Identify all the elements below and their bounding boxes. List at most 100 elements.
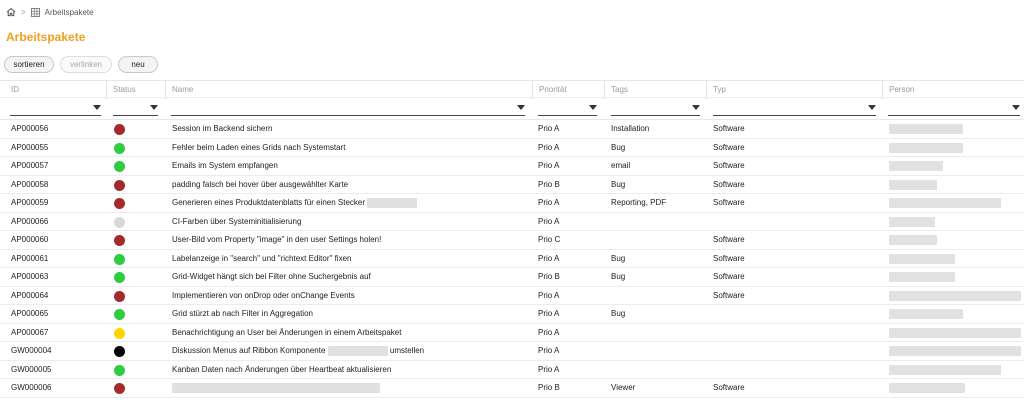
task-tags (611, 342, 703, 360)
task-id[interactable]: AP000063 (11, 268, 101, 286)
person-redacted (889, 272, 955, 282)
task-type: Software (713, 235, 745, 244)
task-id[interactable]: AP000060 (11, 231, 101, 249)
person-redacted (889, 346, 1021, 356)
task-name-cell[interactable]: Generieren eines Produktdatenblatts für … (172, 194, 528, 212)
table-row[interactable]: AP000063 Grid-Widget hängt sich bei Filte… (0, 268, 1024, 287)
column-header-status[interactable]: Status (106, 81, 164, 99)
task-name-cell[interactable]: CI-Farben über Systeminitialisierung (172, 213, 528, 231)
verlinken-button[interactable]: verlinken (60, 56, 112, 73)
task-id[interactable]: AP000059 (11, 194, 101, 212)
status-red-icon (114, 290, 125, 302)
task-id[interactable]: AP000065 (11, 305, 101, 323)
task-name-cell[interactable]: Emails im System empfangen (172, 157, 528, 175)
task-id[interactable]: AP000064 (11, 287, 101, 305)
task-name-cell[interactable]: Session im Backend sichern (172, 120, 528, 138)
task-tags: Bug (611, 253, 626, 263)
table-row[interactable]: GW000006 Prio B Viewer Software (0, 379, 1024, 398)
breadcrumb-current[interactable]: Arbeitspakete (45, 8, 94, 17)
neu-button[interactable]: neu (118, 56, 158, 73)
task-tags: Reporting, PDF (611, 198, 667, 207)
table-row[interactable]: AP000060 User-Bild vom Property "image" i… (0, 231, 1024, 250)
dropdown-arrow-icon[interactable] (589, 105, 597, 110)
filter-status[interactable] (113, 98, 158, 120)
task-id[interactable]: AP000058 (11, 176, 101, 194)
dropdown-arrow-icon[interactable] (692, 105, 700, 110)
task-name: Generieren eines Produktdatenblatts für … (172, 198, 366, 207)
status-red-icon (114, 124, 125, 135)
task-name-cell[interactable]: Fehler beim Laden eines Grids nach Syste… (172, 139, 528, 157)
table-row[interactable]: AP000058 padding falsch bei hover über au… (0, 176, 1024, 194)
table-row[interactable]: AP000059 Generieren eines Produktdatenbla… (0, 194, 1024, 213)
task-name: Grid-Widget hängt sich bei Filter ohne S… (172, 272, 371, 281)
filter-name[interactable] (171, 98, 525, 120)
task-id[interactable]: AP000066 (11, 213, 101, 231)
table-row[interactable]: AP000064 Implementieren von onDrop oder o… (0, 287, 1024, 305)
table-row[interactable]: AP000066 CI-Farben über Systeminitialisie… (0, 213, 1024, 231)
task-id[interactable]: GW000005 (11, 361, 101, 379)
task-tags (611, 361, 703, 379)
filter-id[interactable] (10, 98, 101, 120)
redacted-text (327, 345, 388, 356)
status-green-icon (114, 272, 125, 283)
sortieren-button[interactable]: sortieren (4, 56, 54, 73)
task-id[interactable]: AP000057 (11, 157, 101, 175)
dropdown-arrow-icon[interactable] (1012, 105, 1020, 110)
table-row[interactable]: AP000067 Benachrichtigung an User bei Änd… (0, 324, 1024, 342)
task-name-cell[interactable]: Diskussion Menus auf Ribbon Komponente u… (172, 342, 528, 360)
task-id[interactable]: AP000067 (11, 324, 101, 342)
table-row[interactable]: AP000065 Grid stürzt ab nach Filter in Ag… (0, 305, 1024, 324)
home-icon[interactable] (6, 7, 16, 17)
task-name-cell[interactable]: Benachrichtigung an User bei Änderungen … (172, 324, 528, 342)
status-green-icon (114, 253, 125, 265)
column-header-prioritaet[interactable]: Priorität (532, 81, 602, 99)
task-id[interactable]: AP000061 (11, 250, 101, 268)
task-id[interactable]: GW000006 (11, 379, 101, 397)
task-tags: Viewer (611, 383, 636, 392)
redacted-text (172, 382, 380, 393)
task-tags (611, 324, 703, 342)
task-name-cell[interactable]: padding falsch bei hover über ausgewählt… (172, 176, 528, 194)
filter-tags[interactable] (611, 98, 700, 120)
task-priority: Prio A (538, 142, 560, 152)
table-row[interactable]: AP000055 Fehler beim Laden eines Grids na… (0, 139, 1024, 157)
column-header-person[interactable]: Person (882, 81, 1024, 99)
task-tags (611, 287, 703, 305)
task-name-cell[interactable]: Implementieren von onDrop oder onChange … (172, 287, 528, 305)
filter-person[interactable] (888, 98, 1020, 120)
task-name-cell[interactable]: Grid-Widget hängt sich bei Filter ohne S… (172, 268, 528, 286)
dropdown-arrow-icon[interactable] (517, 105, 525, 110)
task-name-cell[interactable]: Kanban Daten nach Änderungen über Heartb… (172, 361, 528, 379)
column-header-name[interactable]: Name (165, 81, 530, 99)
task-type (713, 305, 878, 323)
filter-typ[interactable] (713, 98, 876, 120)
task-name-cell[interactable]: Labelanzeige in "search" und "richtext E… (172, 250, 528, 268)
table-row[interactable]: GW000004 Diskussion Menus auf Ribbon Komp… (0, 342, 1024, 361)
dropdown-arrow-icon[interactable] (150, 105, 158, 110)
task-id[interactable]: AP000055 (11, 139, 101, 157)
task-name-cell[interactable]: User-Bild vom Property "image" in den us… (172, 231, 528, 249)
table-row[interactable]: AP000057 Emails im System empfangen Prio A… (0, 157, 1024, 176)
task-tags: Bug (611, 309, 626, 318)
filter-prioritaet[interactable] (538, 98, 597, 120)
task-priority: Prio A (538, 290, 560, 300)
table-row[interactable]: GW000005 Kanban Daten nach Änderungen übe… (0, 361, 1024, 379)
column-header-typ[interactable]: Typ (706, 81, 880, 99)
task-name-cell[interactable]: Grid stürzt ab nach Filter in Aggregatio… (172, 305, 528, 323)
dropdown-arrow-icon[interactable] (93, 105, 101, 110)
table-row[interactable]: AP000061 Labelanzeige in "search" und "ri… (0, 250, 1024, 268)
task-type (713, 213, 878, 231)
dropdown-arrow-icon[interactable] (868, 105, 876, 110)
task-name-cell[interactable] (172, 379, 528, 397)
task-priority: Prio A (538, 346, 560, 355)
status-grey-icon (114, 216, 125, 228)
task-tags: Bug (611, 179, 626, 189)
table-row[interactable]: AP000056 Session im Backend sichern Prio A… (0, 120, 1024, 139)
column-header-tags[interactable]: Tags (604, 81, 704, 99)
column-header-id[interactable]: ID (5, 81, 105, 99)
task-id[interactable]: AP000056 (11, 120, 101, 138)
task-name: Implementieren von onDrop oder onChange … (172, 290, 355, 300)
task-type: Software (713, 290, 745, 300)
task-priority: Prio A (538, 253, 560, 263)
task-id[interactable]: GW000004 (11, 342, 101, 360)
